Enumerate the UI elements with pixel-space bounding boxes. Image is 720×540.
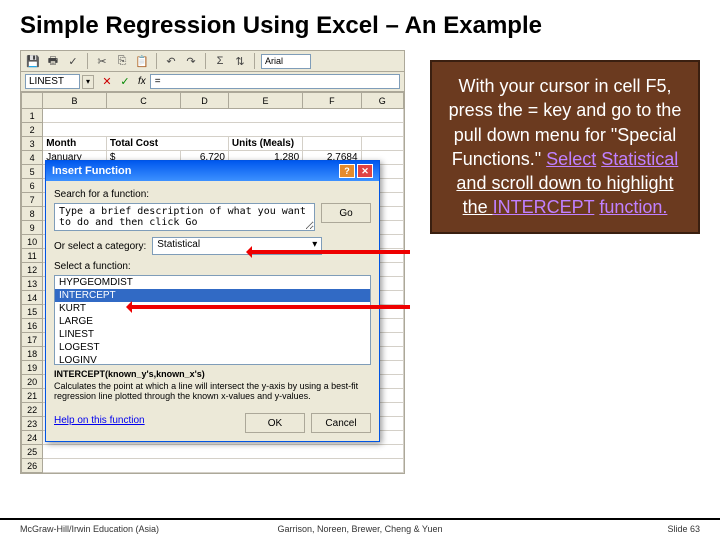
function-item[interactable]: LINEST — [55, 328, 370, 341]
pointer-arrow — [250, 250, 410, 254]
excel-toolbar: 💾 🖶 ✓ ✂ ⎘ 📋 ↶ ↷ Σ ⇅ — [20, 50, 405, 72]
font-name-input[interactable] — [261, 54, 311, 69]
ok-button[interactable]: OK — [245, 413, 305, 433]
sort-icon[interactable]: ⇅ — [232, 53, 248, 69]
close-icon[interactable]: ✕ — [357, 164, 373, 178]
undo-icon[interactable]: ↶ — [163, 53, 179, 69]
function-item-selected[interactable]: INTERCEPT — [55, 289, 370, 302]
footer-left: McGraw-Hill/Irwin Education (Asia) — [20, 524, 159, 534]
insert-function-dialog: Insert Function ? ✕ Search for a functio… — [45, 160, 380, 442]
function-item[interactable]: HYPGEOMDIST — [55, 276, 370, 289]
cell-reference-input[interactable] — [25, 74, 80, 89]
cancel-formula-icon[interactable]: ✕ — [100, 75, 114, 89]
chevron-down-icon: ▾ — [312, 239, 317, 250]
cut-icon[interactable]: ✂ — [94, 53, 110, 69]
footer-center: Garrison, Noreen, Brewer, Cheng & Yuen — [278, 524, 443, 534]
dialog-titlebar[interactable]: Insert Function ? ✕ — [46, 161, 379, 181]
help-icon[interactable]: ? — [339, 164, 355, 178]
separator — [156, 53, 157, 69]
spellcheck-icon[interactable]: ✓ — [65, 53, 81, 69]
save-icon[interactable]: 💾 — [25, 53, 41, 69]
redo-icon[interactable]: ↷ — [183, 53, 199, 69]
go-button[interactable]: Go — [321, 203, 371, 223]
function-signature: INTERCEPT(known_y's,known_x's) — [54, 369, 371, 379]
cancel-button[interactable]: Cancel — [311, 413, 371, 433]
fx-label[interactable]: fx — [138, 76, 146, 87]
function-list[interactable]: HYPGEOMDIST INTERCEPT KURT LARGE LINEST … — [54, 275, 371, 365]
dialog-title-text: Insert Function — [52, 165, 131, 177]
name-box-dropdown-icon[interactable]: ▾ — [82, 75, 94, 89]
page-title: Simple Regression Using Excel – An Examp… — [0, 0, 720, 48]
search-input[interactable]: Type a brief description of what you wan… — [54, 203, 315, 231]
formula-bar: ▾ ✕ ✓ fx — [20, 72, 405, 92]
separator — [254, 53, 255, 69]
footer-right: Slide 63 — [667, 524, 700, 534]
column-headers: B C D E F G — [22, 93, 404, 109]
help-link[interactable]: Help on this function — [54, 415, 145, 426]
function-list-label: Select a function: — [54, 261, 371, 272]
category-label: Or select a category: — [54, 241, 146, 252]
print-icon[interactable]: 🖶 — [45, 53, 61, 69]
instruction-callout: With your cursor in cell F5, press the =… — [430, 60, 700, 234]
function-item[interactable]: LARGE — [55, 315, 370, 328]
slide-footer: McGraw-Hill/Irwin Education (Asia) Garri… — [0, 518, 720, 534]
function-description: Calculates the point at which a line wil… — [54, 381, 371, 401]
separator — [205, 53, 206, 69]
paste-icon[interactable]: 📋 — [134, 53, 150, 69]
autosum-icon[interactable]: Σ — [212, 53, 228, 69]
function-item[interactable]: LOGINV — [55, 354, 370, 365]
search-label: Search for a function: — [54, 189, 371, 200]
copy-icon[interactable]: ⎘ — [114, 53, 130, 69]
separator — [87, 53, 88, 69]
enter-formula-icon[interactable]: ✓ — [118, 75, 132, 89]
pointer-arrow — [130, 305, 410, 309]
formula-input[interactable] — [150, 74, 400, 89]
function-item[interactable]: LOGEST — [55, 341, 370, 354]
